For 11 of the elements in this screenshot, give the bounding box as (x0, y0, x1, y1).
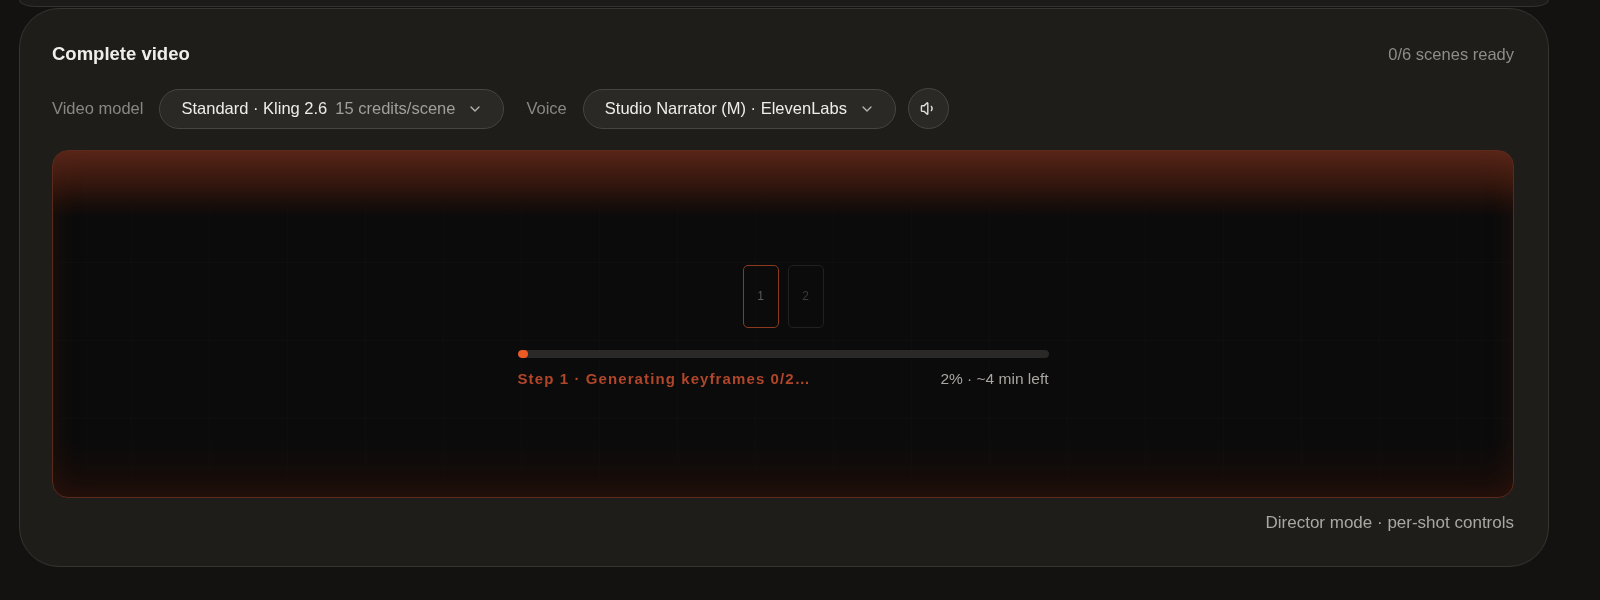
card-title: Complete video (52, 43, 190, 65)
mode-note: Director mode · per-shot controls (1265, 513, 1514, 533)
dropdown-select[interactable]: Standard · Kling 2.6 15 credits/scene (159, 88, 505, 129)
speaker-button[interactable] (907, 88, 949, 129)
progress-step: Step 1 · Generating keyframes 0/2… (517, 370, 811, 387)
keyframe-slot: 1 (742, 264, 779, 328)
field-label: Voice (526, 99, 567, 118)
scenes-status: 0/6 scenes ready (1388, 44, 1514, 64)
field-label: Video model (52, 99, 144, 118)
dropdown-select[interactable]: Studio Narrator (M) · ElevenLabs (582, 88, 896, 129)
progress-reading: 2% · ~4 min left (940, 369, 1049, 388)
